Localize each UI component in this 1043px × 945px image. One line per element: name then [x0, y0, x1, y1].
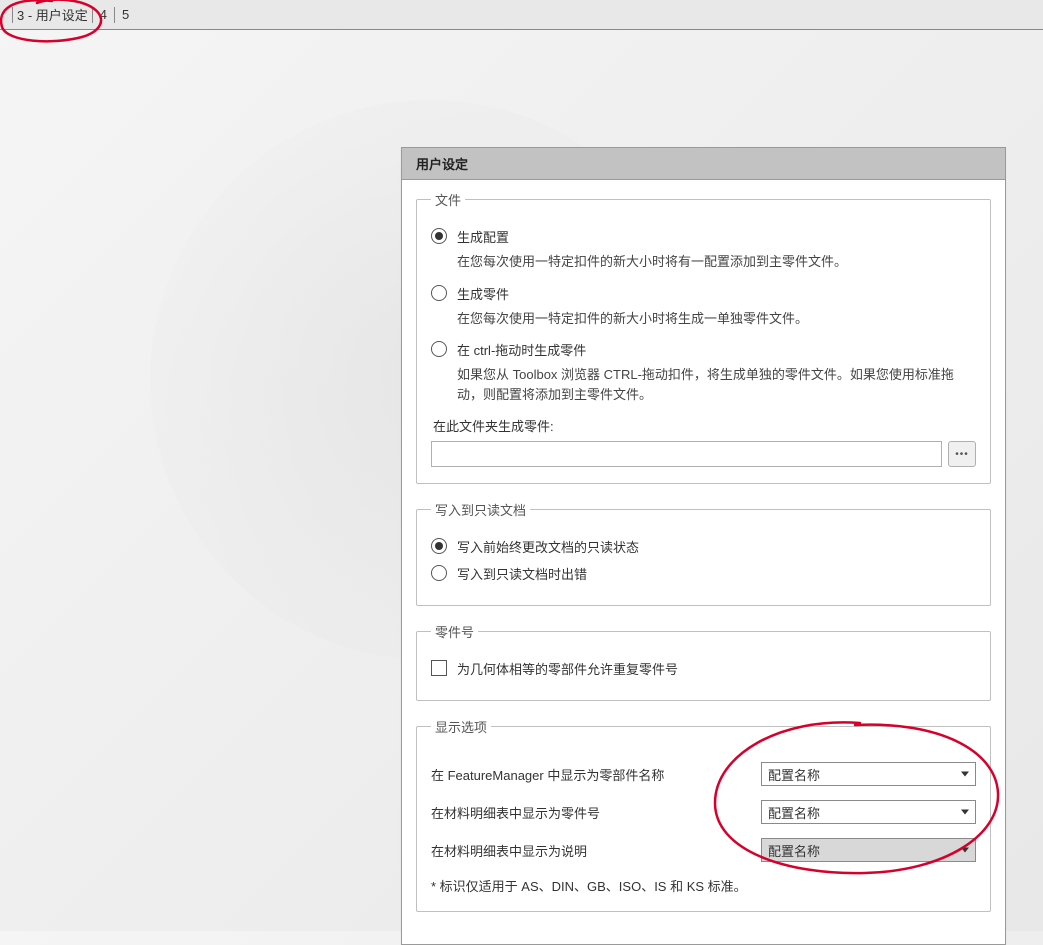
radio-generate-part-label: 生成零件: [457, 284, 509, 303]
radio-ctrl-drag[interactable]: [431, 341, 447, 357]
radio-generate-config-label: 生成配置: [457, 227, 509, 246]
checkbox-dup-partno-label: 为几何体相等的零部件允许重复零件号: [457, 659, 678, 678]
dialog-title: 用户设定: [402, 148, 1005, 180]
combo-featuremanager[interactable]: 配置名称: [761, 762, 976, 786]
radio-error-readonly[interactable]: [431, 565, 447, 581]
group-display-options: 显示选项 在 FeatureManager 中显示为零部件名称 配置名称 在材料…: [416, 717, 991, 912]
radio-change-readonly-label: 写入前始终更改文档的只读状态: [457, 537, 639, 556]
parts-folder-label: 在此文件夹生成零件:: [433, 416, 976, 435]
group-files-legend: 文件: [431, 190, 465, 209]
radio-generate-part-desc: 在您每次使用一特定扣件的新大小时将生成一单独零件文件。: [457, 309, 976, 329]
group-readonly: 写入到只读文档 写入前始终更改文档的只读状态 写入到只读文档时出错: [416, 500, 991, 606]
checkbox-dup-partno[interactable]: [431, 660, 447, 676]
top-divider: [114, 7, 115, 23]
display-row-featuremanager: 在 FeatureManager 中显示为零部件名称 配置名称: [431, 762, 976, 786]
radio-ctrl-drag-desc: 如果您从 Toolbox 浏览器 CTRL-拖动扣件，将生成单独的零件文件。如果…: [457, 365, 976, 404]
group-readonly-legend: 写入到只读文档: [431, 500, 530, 519]
parts-folder-input[interactable]: [431, 441, 942, 467]
radio-generate-config[interactable]: [431, 228, 447, 244]
radio-error-readonly-row[interactable]: 写入到只读文档时出错: [431, 564, 976, 583]
top-bar: 3 - 用户设定 4 5: [0, 0, 1043, 30]
browse-button[interactable]: •••: [948, 441, 976, 467]
chevron-down-icon: [961, 810, 969, 815]
top-divider: [92, 7, 93, 23]
group-part-number-legend: 零件号: [431, 622, 478, 641]
display-fm-label: 在 FeatureManager 中显示为零部件名称: [431, 765, 761, 784]
user-settings-dialog: 用户设定 文件 生成配置 在您每次使用一特定扣件的新大小时将有一配置添加到主零件…: [401, 147, 1006, 945]
group-files: 文件 生成配置 在您每次使用一特定扣件的新大小时将有一配置添加到主零件文件。 生…: [416, 190, 991, 484]
group-part-number: 零件号 为几何体相等的零部件允许重复零件号: [416, 622, 991, 701]
radio-generate-part[interactable]: [431, 285, 447, 301]
checkbox-dup-partno-row[interactable]: 为几何体相等的零部件允许重复零件号: [431, 659, 976, 678]
display-bom-desc-label: 在材料明细表中显示为说明: [431, 841, 761, 860]
group-display-legend: 显示选项: [431, 717, 491, 736]
top-bar-item-4[interactable]: 4: [97, 7, 110, 22]
radio-generate-config-desc: 在您每次使用一特定扣件的新大小时将有一配置添加到主零件文件。: [457, 252, 976, 272]
dialog-body: 文件 生成配置 在您每次使用一特定扣件的新大小时将有一配置添加到主零件文件。 生…: [402, 180, 1005, 944]
combo-bom-partno-value: 配置名称: [768, 803, 820, 822]
combo-bom-desc-value: 配置名称: [768, 841, 820, 860]
combo-featuremanager-value: 配置名称: [768, 765, 820, 784]
radio-change-readonly-row[interactable]: 写入前始终更改文档的只读状态: [431, 537, 976, 556]
ellipsis-icon: •••: [955, 449, 969, 460]
top-bar-item-5[interactable]: 5: [119, 7, 132, 22]
top-divider: [12, 7, 13, 23]
display-row-bom-partno: 在材料明细表中显示为零件号 配置名称: [431, 800, 976, 824]
display-row-bom-desc: 在材料明细表中显示为说明 配置名称: [431, 838, 976, 862]
combo-bom-partno[interactable]: 配置名称: [761, 800, 976, 824]
standards-note: * 标识仅适用于 AS、DIN、GB、ISO、IS 和 KS 标准。: [431, 876, 976, 895]
radio-generate-part-row[interactable]: 生成零件: [431, 284, 976, 303]
radio-change-readonly[interactable]: [431, 538, 447, 554]
top-bar-current[interactable]: 3 - 用户设定: [17, 5, 88, 24]
combo-bom-desc[interactable]: 配置名称: [761, 838, 976, 862]
radio-generate-config-row[interactable]: 生成配置: [431, 227, 976, 246]
parts-folder-input-row: •••: [431, 441, 976, 467]
radio-ctrl-drag-row[interactable]: 在 ctrl-拖动时生成零件: [431, 340, 976, 359]
radio-error-readonly-label: 写入到只读文档时出错: [457, 564, 587, 583]
chevron-down-icon: [961, 848, 969, 853]
radio-ctrl-drag-label: 在 ctrl-拖动时生成零件: [457, 340, 586, 359]
display-bom-partno-label: 在材料明细表中显示为零件号: [431, 803, 761, 822]
chevron-down-icon: [961, 772, 969, 777]
